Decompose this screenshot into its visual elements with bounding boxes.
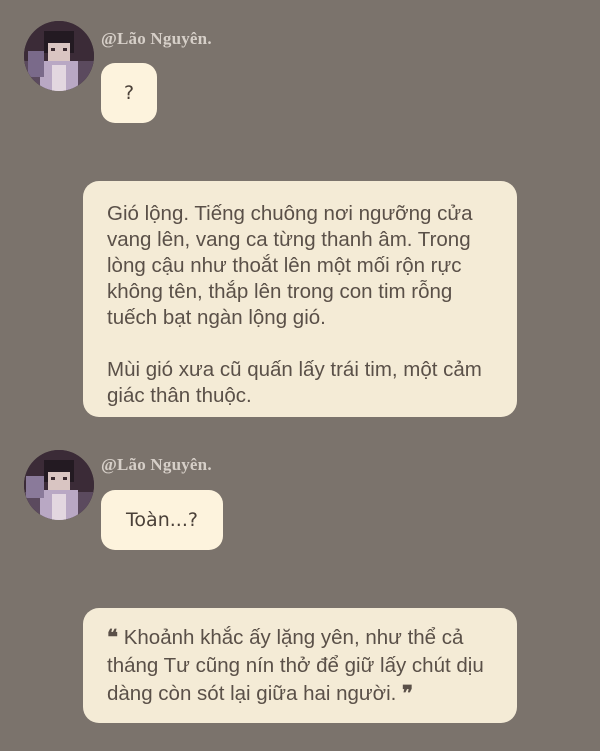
open-quote-icon: ❝ — [107, 626, 119, 649]
narration-paragraph: Mùi gió xưa cũ quấn lấy trái tim, một cả… — [107, 358, 482, 407]
message-text: ? — [123, 82, 135, 104]
message-bubble[interactable]: Toàn...? — [101, 490, 223, 550]
avatar[interactable] — [24, 450, 94, 520]
quote-card: ❝ Khoảnh khắc ấy lặng yên, như thể cả th… — [83, 608, 517, 723]
avatar[interactable] — [24, 21, 94, 91]
message-text: Toàn...? — [126, 509, 198, 531]
message-bubble[interactable]: ? — [101, 63, 157, 123]
close-quote-icon: ❞ — [402, 682, 414, 705]
author-name[interactable]: @Lão Nguyên. — [101, 29, 212, 49]
quote-text-block: ❝ Khoảnh khắc ấy lặng yên, như thể cả th… — [107, 624, 493, 708]
quote-text: Khoảnh khắc ấy lặng yên, như thể cả thán… — [107, 626, 484, 705]
narration-card: Gió lộng. Tiếng chuông nơi ngưỡng cửa va… — [83, 181, 517, 417]
author-name[interactable]: @Lão Nguyên. — [101, 455, 212, 475]
narration-paragraph: Gió lộng. Tiếng chuông nơi ngưỡng cửa va… — [107, 202, 473, 329]
